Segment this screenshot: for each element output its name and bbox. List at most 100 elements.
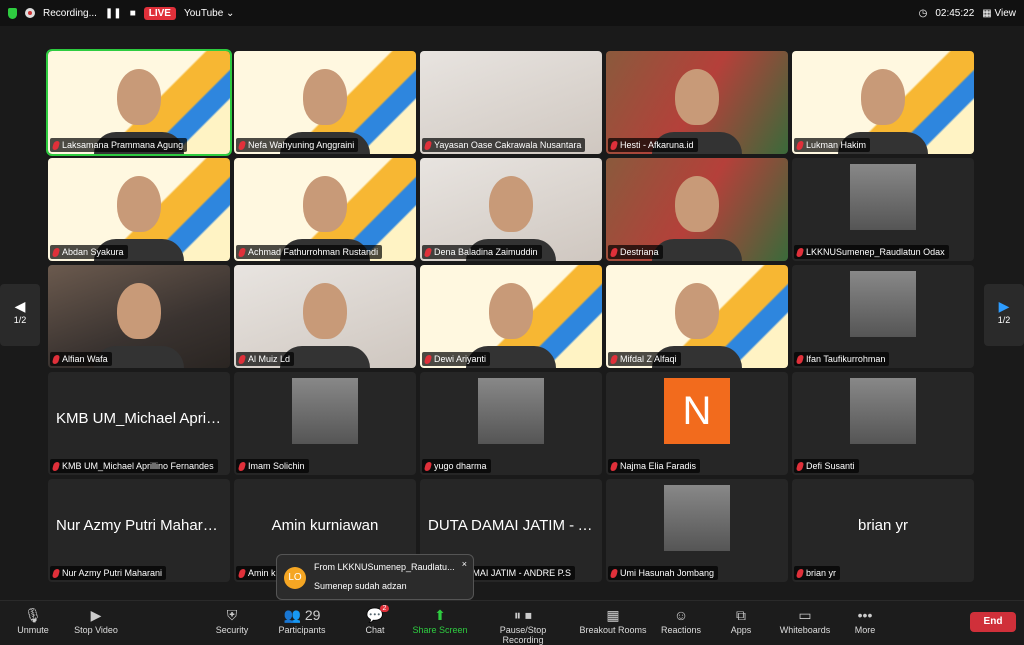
participant-tile[interactable]: Al Muiz Ld — [234, 265, 416, 368]
participant-name-label: Yayasan Oase Cakrawala Nusantara — [422, 138, 586, 152]
participant-tile[interactable]: Umi Hasunah Jombang — [606, 479, 788, 582]
participant-name-label: Al Muiz Ld — [236, 352, 295, 366]
mic-muted-icon — [795, 247, 805, 257]
participant-tile[interactable]: Nefa Wahyuning Anggraini — [234, 51, 416, 154]
participant-name-label: Nefa Wahyuning Anggraini — [236, 138, 359, 152]
participant-name-label: Ifan Taufikurrohman — [794, 352, 890, 366]
participant-name: Dena Baladina Zaimuddin — [434, 247, 538, 257]
page-indicator: 1/2 — [997, 315, 1011, 325]
participant-name: Hesti - Afkaruna.id — [620, 140, 694, 150]
pause-stop-recording-button[interactable]: ⏸ ⏹ Pause/Stop Recording — [478, 605, 568, 645]
next-page-button[interactable]: ▶ 1/2 — [984, 284, 1024, 346]
participant-name-label: Dewi Ariyanti — [422, 352, 491, 366]
participant-video — [303, 69, 347, 125]
mic-muted-icon — [795, 568, 805, 578]
participant-video — [117, 283, 161, 339]
participant-name-label: yugo dharma — [422, 459, 491, 473]
close-icon[interactable]: × — [462, 559, 467, 569]
mic-muted-icon — [51, 140, 61, 150]
participant-tile[interactable]: Dena Baladina Zaimuddin — [420, 158, 602, 261]
mic-muted-icon — [609, 461, 619, 471]
share-screen-button[interactable]: ⬆ Share Screen — [395, 605, 485, 635]
mic-muted-icon — [51, 461, 61, 471]
participant-name-label: Achmad Fathurrohman Rustandi — [236, 245, 383, 259]
previous-page-button[interactable]: ◀ 1/2 — [0, 284, 40, 346]
participant-name: yugo dharma — [434, 461, 487, 471]
unmute-label: Unmute — [17, 625, 49, 635]
mic-muted-icon — [423, 461, 433, 471]
participant-name-label: LKKNUSumenep_Raudlatun Odax — [794, 245, 949, 259]
pause-stop-recording-label: Pause/Stop Recording — [499, 625, 547, 645]
participant-video — [850, 378, 916, 444]
participant-tile[interactable]: N Najma Elia Faradis — [606, 372, 788, 475]
participant-name: Achmad Fathurrohman Rustandi — [248, 247, 379, 257]
participant-tile[interactable]: Abdan Syakura — [48, 158, 230, 261]
participant-grid: Laksamana Prammana Agung Nefa Wahyuning A… — [46, 49, 974, 582]
stop-video-icon: ▶ — [90, 607, 102, 623]
stop-video-button[interactable]: ▶ Stop Video — [51, 605, 141, 635]
participant-name: Lukman Hakim — [806, 140, 867, 150]
pause-icon[interactable]: ❚❚ — [105, 8, 122, 19]
chevron-down-icon: ⌄ — [226, 7, 235, 19]
recording-status: Recording... — [43, 7, 97, 19]
security-label: Security — [215, 625, 249, 635]
participant-name: Najma Elia Faradis — [620, 461, 697, 471]
participant-name: brian yr — [806, 568, 837, 578]
participant-tile[interactable]: Defi Susanti — [792, 372, 974, 475]
participant-name: Abdan Syakura — [62, 247, 124, 257]
participant-tile[interactable]: Lukman Hakim — [792, 51, 974, 154]
participant-display-name: KMB UM_Michael Aprilli... — [56, 410, 229, 427]
page-indicator: 1/2 — [13, 315, 27, 325]
participant-tile[interactable]: Nur Azmy Putri Maharani Nur Azmy Putri Ma… — [48, 479, 230, 582]
participant-name-label: Nur Azmy Putri Maharani — [50, 566, 167, 580]
participant-video — [850, 271, 916, 337]
participant-tile[interactable]: Laksamana Prammana Agung — [46, 49, 232, 156]
participant-tile[interactable]: Dewi Ariyanti — [420, 265, 602, 368]
participant-name: Al Muiz Ld — [248, 354, 291, 364]
participant-name-label: Abdan Syakura — [50, 245, 128, 259]
chat-sender: From LKKNUSumenep_Raudlatu... — [314, 562, 455, 572]
stream-dropdown[interactable]: YouTube ⌄ — [184, 8, 234, 19]
participant-name-label: KMB UM_Michael Aprillino Fernandes — [50, 459, 218, 473]
participant-tile[interactable]: KMB UM_Michael Aprilli... KMB UM_Michael … — [48, 372, 230, 475]
view-button[interactable]: ▦ View — [982, 8, 1016, 19]
participant-video — [861, 69, 905, 125]
participant-tile[interactable]: LKKNUSumenep_Raudlatun Odax — [792, 158, 974, 261]
participant-tile[interactable]: Achmad Fathurrohman Rustandi — [234, 158, 416, 261]
participant-name: Nefa Wahyuning Anggraini — [248, 140, 355, 150]
mic-muted-icon — [795, 354, 805, 364]
participant-tile[interactable]: Mifdal Z Alfaqi — [606, 265, 788, 368]
participant-name: Laksamana Prammana Agung — [62, 140, 184, 150]
mic-muted-icon — [423, 140, 433, 150]
participant-name: LKKNUSumenep_Raudlatun Odax — [806, 247, 945, 257]
chat-message: Sumenep sudah adzan — [314, 581, 407, 591]
more-button[interactable]: ••• More — [820, 605, 910, 635]
participant-video — [489, 283, 533, 339]
participant-video — [303, 176, 347, 232]
participant-name-label: Mifdal Z Alfaqi — [608, 352, 681, 366]
participant-tile[interactable]: Ifan Taufikurrohman — [792, 265, 974, 368]
participant-name-label: Najma Elia Faradis — [608, 459, 701, 473]
participant-name-label: Umi Hasunah Jombang — [608, 566, 719, 580]
participant-tile[interactable]: Yayasan Oase Cakrawala Nusantara — [420, 51, 602, 154]
participant-tile[interactable]: yugo dharma — [420, 372, 602, 475]
participant-tile[interactable]: Alfian Wafa — [48, 265, 230, 368]
share-screen-icon: ⬆ — [434, 607, 446, 623]
participant-name: Dewi Ariyanti — [434, 354, 487, 364]
participant-name-label: Defi Susanti — [794, 459, 859, 473]
shield-icon[interactable] — [8, 7, 17, 19]
participant-tile[interactable]: Destriana — [606, 158, 788, 261]
chat-notification[interactable]: LO From LKKNUSumenep_Raudlatu... Sumenep… — [276, 554, 474, 600]
stop-icon[interactable]: ■ — [130, 8, 136, 19]
avatar: N — [664, 378, 730, 444]
participant-tile[interactable]: Hesti - Afkaruna.id — [606, 51, 788, 154]
participant-video — [478, 378, 544, 444]
participant-name: Imam Solichin — [248, 461, 305, 471]
participant-name: Defi Susanti — [806, 461, 855, 471]
participant-tile[interactable]: Imam Solichin — [234, 372, 416, 475]
participant-tile[interactable]: brian yr brian yr — [792, 479, 974, 582]
top-bar: Recording... ❚❚ ■ LIVE YouTube ⌄ ◷ 02:45… — [0, 0, 1024, 26]
participant-name-label: Lukman Hakim — [794, 138, 871, 152]
participants-label: Participants — [278, 625, 326, 635]
end-button[interactable]: End — [970, 612, 1016, 632]
